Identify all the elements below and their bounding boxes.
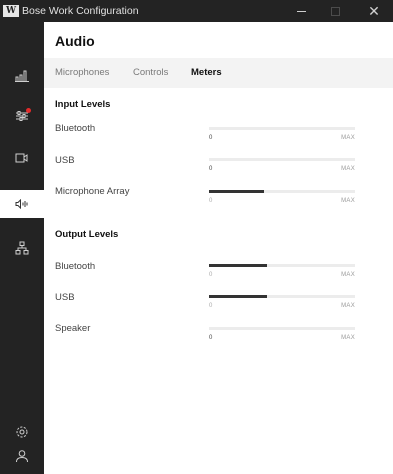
- meter-min-label: 0: [209, 135, 213, 141]
- meter-max-label: MAX: [341, 135, 355, 141]
- sidebar-item-audio[interactable]: [0, 190, 44, 218]
- meter-min-label: 0: [209, 198, 213, 204]
- input-bluetooth-label: Bluetooth: [55, 123, 96, 134]
- sidebar-item-network[interactable]: [0, 234, 44, 262]
- camera-icon: [15, 153, 28, 163]
- meter-min-label: 0: [209, 272, 213, 278]
- tab-meters[interactable]: Meters: [191, 67, 222, 78]
- title-bar: W Bose Work Configuration ✕: [0, 0, 393, 22]
- app-logo-icon: W: [3, 5, 19, 17]
- input-bluetooth-meter: 0 MAX: [209, 127, 355, 143]
- meter-max-label: MAX: [341, 166, 355, 172]
- maximize-button[interactable]: [318, 0, 352, 22]
- meter-max-label: MAX: [341, 335, 355, 341]
- app-window: W Bose Work Configuration ✕ Audio Microp…: [0, 0, 393, 474]
- notification-dot: [26, 108, 31, 113]
- output-levels-heading: Output Levels: [55, 229, 119, 240]
- output-bluetooth-meter: 0 MAX: [209, 264, 355, 280]
- tab-bar: Microphones Controls Meters: [44, 58, 393, 88]
- input-levels-heading: Input Levels: [55, 99, 111, 110]
- input-usb-label: USB: [55, 155, 75, 166]
- sidebar-item-user[interactable]: [0, 442, 44, 470]
- sidebar-item-adjustments[interactable]: [0, 102, 44, 130]
- output-speaker-meter: 0 MAX: [209, 327, 355, 343]
- meter-max-label: MAX: [341, 198, 355, 204]
- meter-max-label: MAX: [341, 303, 355, 309]
- meter-track: [209, 158, 355, 161]
- output-usb-meter: 0 MAX: [209, 295, 355, 311]
- page-title: Audio: [55, 33, 95, 49]
- output-bluetooth-label: Bluetooth: [55, 261, 96, 272]
- settings-icon: [16, 426, 28, 438]
- output-speaker-label: Speaker: [55, 323, 91, 334]
- output-usb-label: USB: [55, 292, 75, 303]
- user-icon: [16, 450, 28, 463]
- meter-min-label: 0: [209, 166, 213, 172]
- audio-icon: [15, 199, 28, 209]
- meter-fill: [209, 295, 268, 298]
- minimize-icon: [296, 10, 306, 12]
- input-microphone-array-label: Microphone Array: [55, 186, 130, 197]
- meter-min-label: 0: [209, 335, 213, 341]
- minimize-button[interactable]: [284, 0, 318, 22]
- meter-track: [209, 327, 355, 330]
- network-icon: [15, 241, 29, 255]
- meter-fill: [209, 264, 268, 267]
- sidebar: [0, 22, 44, 474]
- maximize-icon: [330, 6, 340, 16]
- input-microphone-array-meter: 0 MAX: [209, 190, 355, 206]
- close-icon: ✕: [368, 3, 380, 19]
- tab-microphones[interactable]: Microphones: [55, 67, 109, 78]
- sidebar-item-camera[interactable]: [0, 144, 44, 172]
- window-title: Bose Work Configuration: [22, 5, 139, 17]
- meters-icon: [15, 70, 29, 82]
- sidebar-item-meters[interactable]: [0, 62, 44, 90]
- meter-min-label: 0: [209, 303, 213, 309]
- tab-controls[interactable]: Controls: [133, 67, 168, 78]
- meter-max-label: MAX: [341, 272, 355, 278]
- input-usb-meter: 0 MAX: [209, 158, 355, 174]
- close-button[interactable]: ✕: [357, 0, 391, 22]
- meter-fill: [209, 190, 265, 193]
- meter-track: [209, 127, 355, 130]
